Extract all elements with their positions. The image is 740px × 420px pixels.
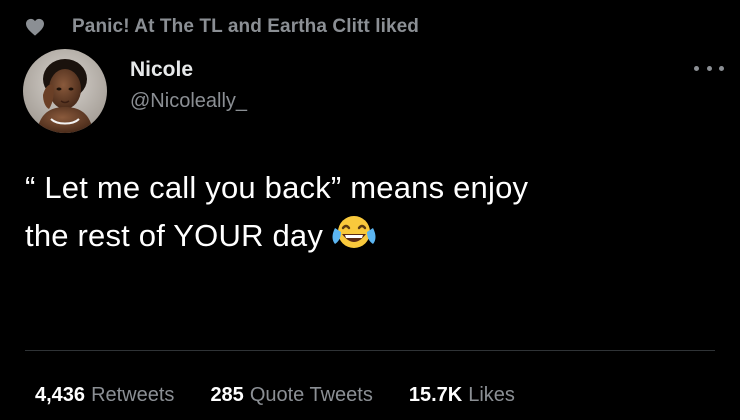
tweet-text-line-2-text: the rest of YOUR day [25,218,324,253]
social-context[interactable]: Panic! At The TL and Eartha Clitt liked [25,13,419,41]
retweets-label: Retweets [91,384,175,406]
quote-tweets-stat[interactable]: 285 Quote Tweets [210,384,372,407]
quote-tweets-count: 285 [210,384,244,406]
retweets-stat[interactable]: 4,436 Retweets [35,384,174,407]
tweet-stats: 4,436 Retweets 285 Quote Tweets 15.7K Li… [35,384,551,407]
author-handle[interactable]: @Nicoleally_ [130,90,247,113]
more-options-button[interactable] [694,58,724,78]
likes-label: Likes [468,384,515,406]
avatar-photo [23,49,107,133]
tweet-text: “ Let me call you back” means enjoy the … [25,164,715,260]
likes-stat[interactable]: 15.7K Likes [409,384,515,407]
face-with-tears-of-joy-icon [332,216,376,248]
social-context-text[interactable]: Panic! At The TL and Eartha Clitt liked [72,16,419,38]
tweet-text-line-2: the rest of YOUR day [25,212,715,260]
avatar[interactable] [23,49,107,133]
more-icon-dot-3 [719,65,724,71]
more-icon [694,65,699,71]
tweet-text-line-1: “ Let me call you back” means enjoy [25,170,529,205]
author-name[interactable]: Nicole [130,58,193,82]
retweets-count: 4,436 [35,384,86,406]
quote-tweets-label: Quote Tweets [249,384,373,406]
divider [25,350,715,351]
heart-icon [26,18,44,36]
more-icon-dot-2 [706,65,712,71]
likes-count: 15.7K [408,384,463,406]
